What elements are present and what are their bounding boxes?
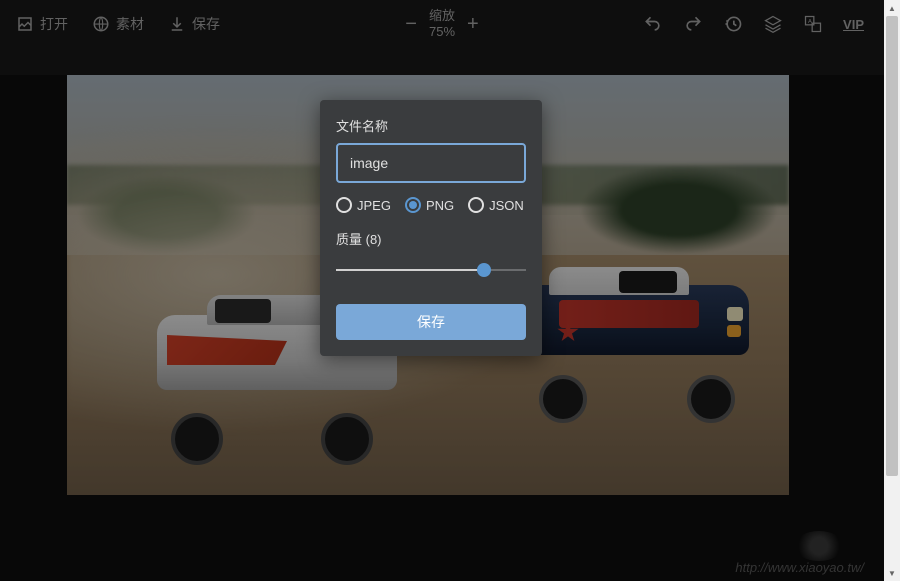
download-icon (168, 15, 186, 33)
undo-icon[interactable] (643, 14, 663, 34)
zoom-out-button[interactable]: − (405, 13, 417, 36)
redo-icon[interactable] (683, 14, 703, 34)
format-png-radio[interactable]: PNG (405, 197, 454, 213)
png-label: PNG (426, 198, 454, 213)
format-radio-group: JPEG PNG JSON (336, 197, 526, 213)
json-label: JSON (489, 198, 524, 213)
svg-text:A: A (808, 19, 812, 25)
watermark-text: http://www.xiaoyao.tw/ (735, 560, 864, 575)
vertical-scrollbar[interactable]: ▲ ▼ (884, 0, 900, 581)
history-icon[interactable] (723, 14, 743, 34)
scroll-up-arrow[interactable]: ▲ (884, 0, 900, 16)
zoom-label: 缩放 (429, 8, 455, 24)
material-button[interactable]: 素材 (92, 14, 144, 34)
save-label: 保存 (192, 14, 220, 34)
layers-icon[interactable] (763, 14, 783, 34)
zoom-in-button[interactable]: + (467, 13, 479, 36)
toolbar: 打开 素材 保存 − 缩放 75% + A VIP (0, 0, 884, 48)
scrollbar-thumb[interactable] (886, 16, 898, 476)
image-icon (16, 15, 34, 33)
format-jpeg-radio[interactable]: JPEG (336, 197, 391, 213)
scroll-down-arrow[interactable]: ▼ (884, 565, 900, 581)
globe-icon (92, 15, 110, 33)
zoom-value: 75% (429, 24, 455, 40)
open-label: 打开 (40, 14, 68, 34)
save-dialog: 文件名称 JPEG PNG JSON 质量 (8) 保存 (320, 100, 542, 356)
dialog-save-button[interactable]: 保存 (336, 304, 526, 340)
translate-icon[interactable]: A (803, 14, 823, 34)
vip-button[interactable]: VIP (843, 17, 864, 32)
format-json-radio[interactable]: JSON (468, 197, 524, 213)
open-button[interactable]: 打开 (16, 14, 68, 34)
filename-label: 文件名称 (336, 116, 526, 135)
quality-label: 质量 (8) (336, 229, 526, 248)
jpeg-label: JPEG (357, 198, 391, 213)
zoom-control: − 缩放 75% + (405, 8, 478, 39)
save-button[interactable]: 保存 (168, 14, 220, 34)
material-label: 素材 (116, 14, 144, 34)
watermark-logo (794, 531, 844, 561)
filename-input[interactable] (336, 143, 526, 183)
quality-slider[interactable] (336, 260, 526, 280)
